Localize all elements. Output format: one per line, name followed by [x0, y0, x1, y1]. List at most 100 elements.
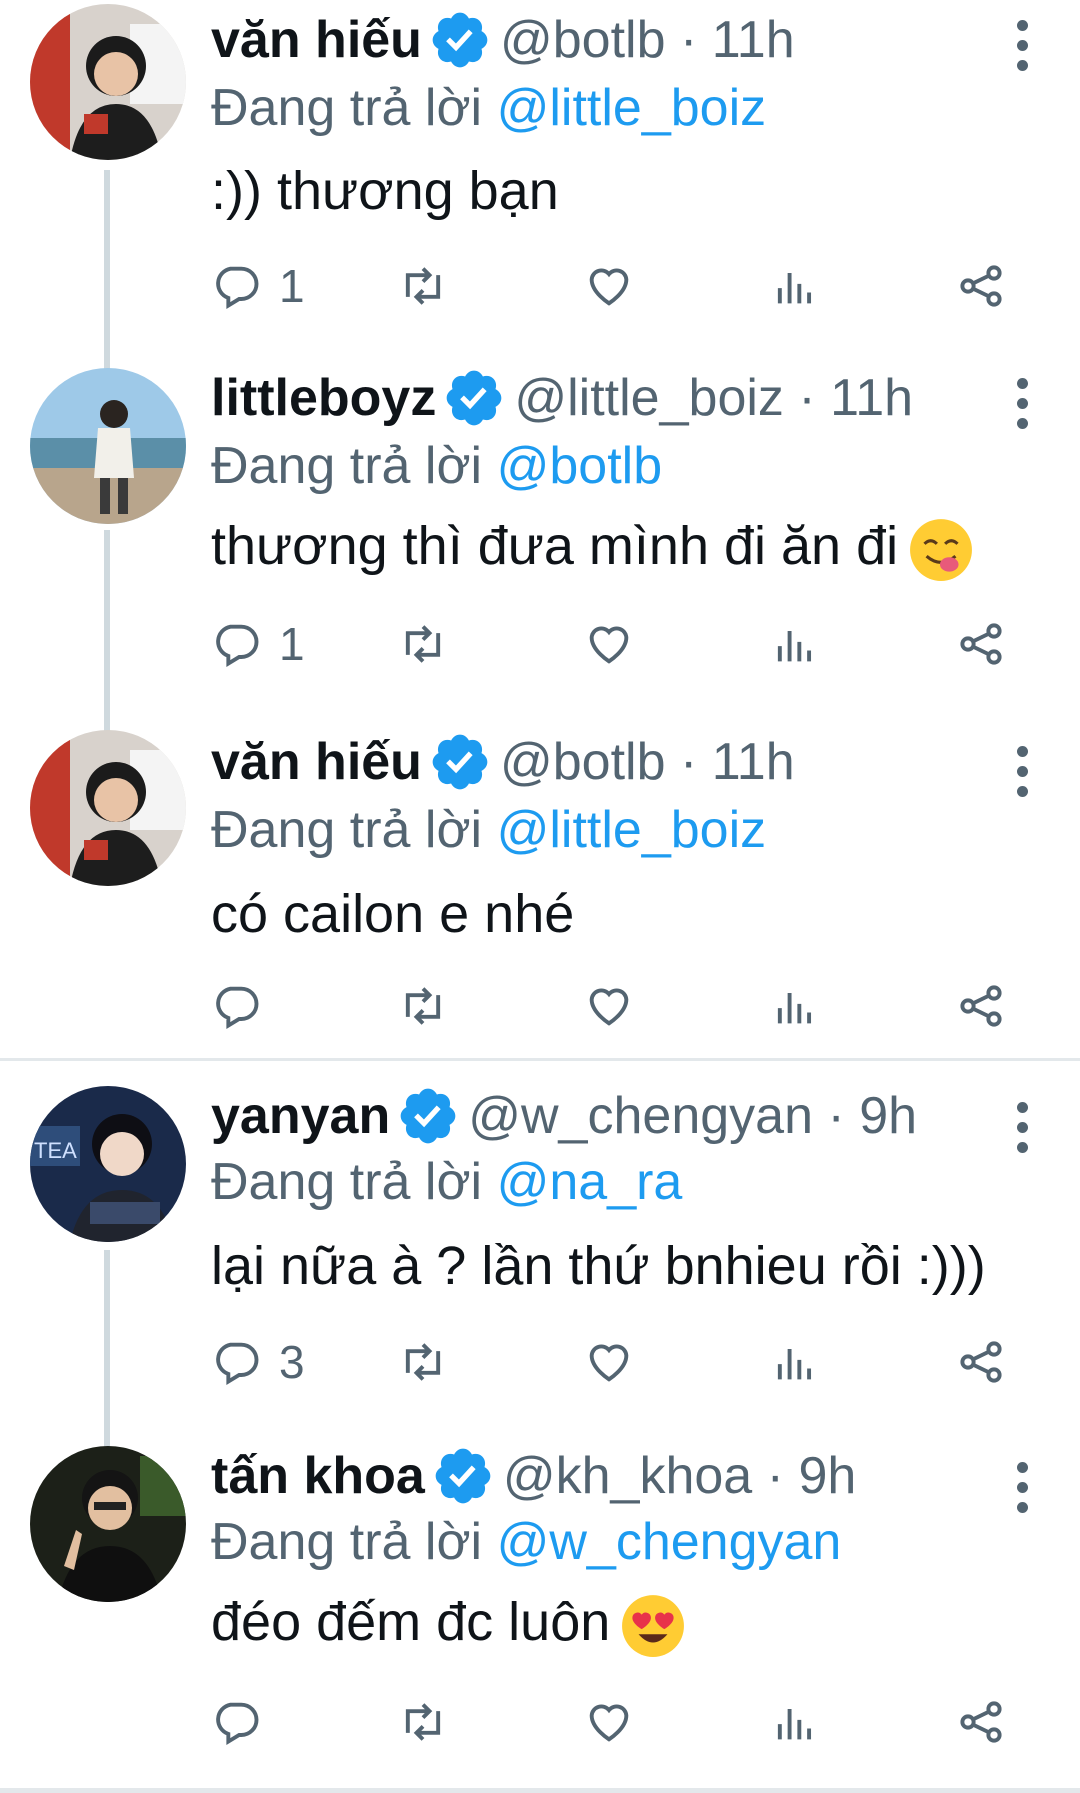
analytics-button[interactable]	[769, 612, 821, 676]
analytics-button[interactable]	[769, 1690, 821, 1754]
reply-button[interactable]: 1	[211, 612, 305, 676]
more-options-icon[interactable]	[1014, 20, 1030, 80]
like-button[interactable]	[583, 612, 635, 676]
timestamp[interactable]: 9h	[859, 1087, 917, 1145]
reply-button[interactable]: 3	[211, 1330, 305, 1394]
like-button[interactable]	[583, 1690, 635, 1754]
heart-icon	[589, 268, 629, 306]
handle[interactable]: @w_chengyan	[468, 1087, 813, 1145]
retweet-icon	[405, 987, 441, 1025]
share-icon	[960, 1341, 1002, 1383]
reply-count: 3	[279, 1336, 305, 1388]
reply-prefix: Đang trả lời	[211, 79, 483, 137]
display-name[interactable]: văn hiếu	[211, 11, 422, 69]
verified-badge-icon	[432, 734, 488, 790]
tweet[interactable]: littleboyz @little_boiz · 11h Đang trả lờ…	[0, 362, 1080, 724]
reply-mention[interactable]: @w_chengyan	[497, 1513, 842, 1571]
separator: ·	[752, 1447, 799, 1505]
analytics-icon	[777, 1349, 812, 1380]
retweet-button[interactable]	[397, 974, 449, 1038]
timestamp[interactable]: 9h	[798, 1447, 856, 1505]
tweet-text-body: thương thì đưa mình đi ăn đi	[211, 516, 899, 576]
like-button[interactable]	[583, 974, 635, 1038]
reply-button[interactable]	[211, 974, 279, 1038]
share-button[interactable]	[955, 1690, 1007, 1754]
display-name[interactable]: tấn khoa	[211, 1447, 425, 1505]
reply-prefix: Đang trả lời	[211, 437, 483, 495]
separator: ·	[665, 11, 712, 69]
avatar[interactable]	[30, 368, 186, 524]
thread-line	[104, 170, 110, 362]
more-options-icon[interactable]	[1014, 1102, 1030, 1162]
verified-badge-icon	[432, 12, 488, 68]
display-name[interactable]: văn hiếu	[211, 733, 422, 791]
analytics-icon	[777, 631, 812, 662]
handle[interactable]: @botlb	[500, 733, 666, 791]
share-button[interactable]	[955, 612, 1007, 676]
timestamp[interactable]: 11h	[712, 11, 795, 69]
tweet-header: tấn khoa @kh_khoa · 9h	[211, 1444, 856, 1508]
avatar[interactable]	[30, 730, 186, 886]
share-icon	[960, 985, 1002, 1027]
avatar[interactable]	[30, 4, 186, 160]
share-icon	[960, 265, 1002, 307]
handle[interactable]: @little_boiz	[514, 369, 784, 427]
analytics-icon	[777, 273, 812, 304]
avatar[interactable]	[30, 1446, 186, 1602]
like-button[interactable]	[583, 254, 635, 318]
heart-icon	[589, 626, 629, 664]
analytics-icon	[777, 993, 812, 1024]
reply-mention[interactable]: @little_boiz	[497, 801, 767, 859]
share-icon	[960, 1701, 1002, 1743]
reply-mention[interactable]: @little_boiz	[497, 79, 767, 137]
retweet-button[interactable]	[397, 1330, 449, 1394]
retweet-button[interactable]	[397, 254, 449, 318]
tweet-header: yanyan @w_chengyan · 9h	[211, 1084, 917, 1148]
retweet-icon	[405, 267, 441, 305]
tweet-text: lại nữa à ? lần thứ bnhieu rồi :)))	[211, 1232, 986, 1300]
reply-mention[interactable]: @botlb	[497, 437, 663, 495]
display-name[interactable]: littleboyz	[211, 369, 436, 427]
thread-divider	[0, 1058, 1080, 1061]
timestamp[interactable]: 11h	[830, 369, 913, 427]
reply-context: Đang trả lời @little_boiz	[211, 76, 766, 140]
reply-context: Đang trả lời @little_boiz	[211, 798, 766, 862]
more-options-icon[interactable]	[1014, 746, 1030, 806]
reply-button[interactable]: 1	[211, 254, 305, 318]
share-button[interactable]	[955, 1330, 1007, 1394]
action-bar	[211, 1690, 1021, 1754]
analytics-button[interactable]	[769, 254, 821, 318]
reply-context: Đang trả lời @w_chengyan	[211, 1510, 841, 1574]
retweet-button[interactable]	[397, 1690, 449, 1754]
handle[interactable]: @botlb	[500, 11, 666, 69]
retweet-icon	[405, 1343, 441, 1381]
action-bar: 3	[211, 1330, 1021, 1394]
action-bar	[211, 974, 1021, 1038]
analytics-button[interactable]	[769, 1330, 821, 1394]
avatar[interactable]: TEA	[30, 1086, 186, 1242]
thread-line	[104, 530, 110, 724]
tweet[interactable]: văn hiếu @botlb · 11h Đang trả lời @littl…	[0, 0, 1080, 362]
share-button[interactable]	[955, 254, 1007, 318]
action-bar: 1	[211, 612, 1021, 676]
tweet[interactable]: văn hiếu @botlb · 11h Đang trả lời @littl…	[0, 724, 1080, 1060]
display-name[interactable]: yanyan	[211, 1087, 390, 1145]
analytics-button[interactable]	[769, 974, 821, 1038]
reply-mention[interactable]: @na_ra	[497, 1153, 683, 1211]
more-options-icon[interactable]	[1014, 378, 1030, 438]
reply-icon	[216, 266, 259, 309]
tweet-text: :)) thương bạn	[211, 157, 559, 225]
tweet-text-body: có cailon e nhé	[211, 884, 575, 944]
more-options-icon[interactable]	[1014, 1462, 1030, 1522]
reply-button[interactable]	[211, 1690, 279, 1754]
retweet-button[interactable]	[397, 612, 449, 676]
handle[interactable]: @kh_khoa	[503, 1447, 752, 1505]
tweet[interactable]: TEA yanyan @w_chengyan · 9h Đang trả lời …	[0, 1080, 1080, 1440]
like-button[interactable]	[583, 1330, 635, 1394]
action-bar: 1	[211, 254, 1021, 318]
tweet-text-body: đéo đếm đc luôn	[211, 1592, 611, 1652]
tweet[interactable]: tấn khoa @kh_khoa · 9h Đang trả lời @w_ch…	[0, 1440, 1080, 1793]
timestamp[interactable]: 11h	[712, 733, 795, 791]
reply-count: 1	[279, 260, 305, 312]
share-button[interactable]	[955, 974, 1007, 1038]
